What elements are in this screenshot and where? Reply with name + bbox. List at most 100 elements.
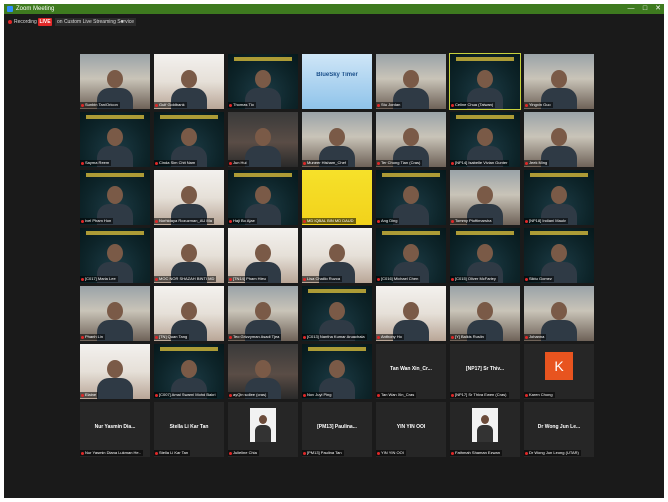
participant-tile[interactable]: [C013] Nantha Kumar Aruachala bbox=[302, 286, 372, 341]
mic-muted-icon bbox=[81, 219, 84, 223]
participant-tile[interactable]: K Karen Chong bbox=[524, 344, 594, 399]
participant-name-label: [PM13] Paulina Tan bbox=[302, 450, 344, 456]
zoom-window: Zoom Meeting — □ ✕ Recording LIVE on Cus… bbox=[4, 4, 664, 498]
participant-tile[interactable]: Elaine bbox=[80, 344, 150, 399]
participant-tile[interactable]: Johanna bbox=[524, 286, 594, 341]
participant-tile[interactable]: Julieline Chia bbox=[228, 402, 298, 457]
participant-name: Fathmah Shaman Ezwan bbox=[455, 450, 500, 455]
participant-tile[interactable]: MD IQBAL BIN MD DAUD bbox=[302, 170, 372, 225]
event-banner-strip bbox=[456, 115, 514, 119]
participant-name-label: Julieline Chia bbox=[228, 450, 259, 456]
chevron-down-icon[interactable]: ▾ bbox=[121, 18, 124, 26]
participant-tile[interactable]: Thomas Tio bbox=[228, 54, 298, 109]
minimize-button[interactable]: — bbox=[626, 4, 636, 14]
participant-tile[interactable]: Ter Chong Tian (Cras) bbox=[376, 112, 446, 167]
recording-label[interactable]: Recording bbox=[14, 17, 37, 27]
avatar-body bbox=[255, 425, 271, 442]
participant-tile[interactable]: Siktu Gomez bbox=[524, 228, 594, 283]
participant-name-label: Elaine bbox=[80, 392, 99, 398]
participant-tile[interactable]: Nur Yasmin Dia... Nur Yasmin Diana Lukman… bbox=[80, 402, 150, 457]
title-bar: Zoom Meeting — □ ✕ bbox=[4, 4, 664, 14]
participant-tile[interactable]: Ivel Pham Hon bbox=[80, 170, 150, 225]
participant-tile[interactable]: ayQin sollee (cras) bbox=[228, 344, 298, 399]
participant-tile[interactable]: Teo Grizzyman Asadi Tjea bbox=[228, 286, 298, 341]
participant-tile[interactable]: Gulf Goldbank bbox=[154, 54, 224, 109]
participant-tile[interactable]: Yingxin Guo bbox=[524, 54, 594, 109]
participant-tile[interactable]: Cinda Sim Chit Nam bbox=[154, 112, 224, 167]
participant-tile[interactable]: YIN YIN OOI YIN YIN OOI bbox=[376, 402, 446, 457]
mic-muted-icon bbox=[525, 393, 528, 397]
participant-tile[interactable]: Phanh Lin bbox=[80, 286, 150, 341]
mic-muted-icon bbox=[525, 103, 528, 107]
event-banner-strip bbox=[234, 173, 292, 177]
participant-tile[interactable]: Stu Jordan bbox=[376, 54, 446, 109]
mic-muted-icon bbox=[229, 393, 232, 397]
participant-name-label: Ang Ding bbox=[376, 218, 400, 224]
participant-tile[interactable]: [TN] Quan Tang bbox=[154, 286, 224, 341]
participant-tile[interactable]: BlueSky Timer bbox=[302, 54, 372, 109]
participant-tile[interactable]: [NP18] Indiani Maulv bbox=[524, 170, 594, 225]
participant-tile[interactable]: Anthony Ho bbox=[376, 286, 446, 341]
participant-name-label: [TN] Quan Tang bbox=[154, 334, 190, 340]
participant-head bbox=[107, 360, 123, 378]
participant-tile[interactable]: Lisa Chaillo Ruzca bbox=[302, 228, 372, 283]
participant-tile[interactable]: Celine Chua (Taiwan) bbox=[449, 53, 521, 110]
participant-tile[interactable]: Stella Li Kar Tan Stella Li Kar Tan bbox=[154, 402, 224, 457]
participant-tile[interactable]: Fathmah Shaman Ezwan bbox=[450, 402, 520, 457]
participant-name-label: Celine Chua (Taiwan) bbox=[450, 102, 496, 108]
participant-tile[interactable]: Muneer Hisham_Chef bbox=[302, 112, 372, 167]
close-button[interactable]: ✕ bbox=[653, 4, 663, 14]
participant-tile[interactable]: Sayma Reem bbox=[80, 112, 150, 167]
participant-name-label: Karen Chong bbox=[524, 392, 555, 398]
participant-head bbox=[403, 186, 419, 204]
participant-tile[interactable]: Tan Wan Xin_Cr... Tan Wan Xin_Cras bbox=[376, 344, 446, 399]
event-banner-strip bbox=[530, 173, 588, 177]
participant-tile[interactable]: [TN14] Pham Hieu bbox=[228, 228, 298, 283]
event-banner-strip bbox=[382, 173, 440, 177]
participant-tile[interactable]: [PM13] Paulina... [PM13] Paulina Tan bbox=[302, 402, 372, 457]
avatar-head bbox=[481, 415, 489, 424]
avatar: K bbox=[545, 352, 573, 380]
maximize-button[interactable]: □ bbox=[640, 4, 650, 14]
participant-name-label: Johanna bbox=[524, 334, 547, 340]
participant-name: [NP18] Indiani Maulv bbox=[529, 218, 566, 223]
participant-tile[interactable]: [Y] Balkis Ruslin bbox=[450, 286, 520, 341]
participant-tile[interactable]: MOC NOR SHAZAH BINTI MD bbox=[154, 228, 224, 283]
participant-tile[interactable]: [C016] Michael Chen bbox=[376, 228, 446, 283]
participant-tile[interactable]: Tommy Ptoftimarsha bbox=[450, 170, 520, 225]
participant-video bbox=[302, 54, 372, 109]
participant-head bbox=[551, 244, 567, 262]
participant-name: [TN] Quan Tang bbox=[159, 334, 188, 339]
participant-name: Gulf Goldbank bbox=[159, 102, 185, 107]
participant-center-name: [PM13] Paulina... bbox=[317, 424, 357, 430]
participant-tile[interactable]: Haji Bo Ajae bbox=[228, 170, 298, 225]
participant-name: Norhidaya Rozuzman_AU Ma bbox=[159, 218, 212, 223]
event-banner-strip bbox=[160, 347, 218, 351]
participant-tile[interactable]: Nov Juyi Ping bbox=[302, 344, 372, 399]
mic-muted-icon bbox=[451, 335, 454, 339]
mic-muted-icon bbox=[303, 161, 306, 165]
participant-tile[interactable]: [NP14] Isabelle Vivian Gunter bbox=[450, 112, 520, 167]
mic-muted-icon bbox=[303, 219, 306, 223]
participant-head bbox=[107, 186, 123, 204]
participant-center-name: Nur Yasmin Dia... bbox=[94, 424, 136, 430]
participant-tile[interactable]: [C015] Oliver McFarley bbox=[450, 228, 520, 283]
participant-tile[interactable]: Norhidaya Rozuzman_AU Ma bbox=[154, 170, 224, 225]
event-banner-strip bbox=[308, 347, 366, 351]
participant-tile[interactable]: Sunbin Tan/Oricon bbox=[80, 54, 150, 109]
live-badge[interactable]: LIVE bbox=[38, 18, 52, 26]
mic-muted-icon bbox=[377, 335, 380, 339]
participant-tile[interactable]: [C017] Maria Lee bbox=[80, 228, 150, 283]
participant-tile[interactable]: Ang Ding bbox=[376, 170, 446, 225]
participant-head bbox=[107, 70, 123, 88]
participant-tile[interactable]: Dr Wong Jun Le... Dr Wong Jun Leong (UTAR… bbox=[524, 402, 594, 457]
participant-tile[interactable]: Jeek Ming bbox=[524, 112, 594, 167]
event-banner-strip bbox=[160, 115, 218, 119]
mic-muted-icon bbox=[303, 277, 306, 281]
participant-tile[interactable]: [C007] Amal Swarni Mohd Bakri bbox=[154, 344, 224, 399]
participant-tile[interactable]: Jun Hui bbox=[228, 112, 298, 167]
participant-name: Yingxin Guo bbox=[529, 102, 551, 107]
mic-muted-icon bbox=[377, 219, 380, 223]
participant-name-label: Sayma Reem bbox=[80, 160, 112, 166]
participant-tile[interactable]: [NP17] Sr Thiv... [NP17] Sr Thiva Ewen (C… bbox=[450, 344, 520, 399]
